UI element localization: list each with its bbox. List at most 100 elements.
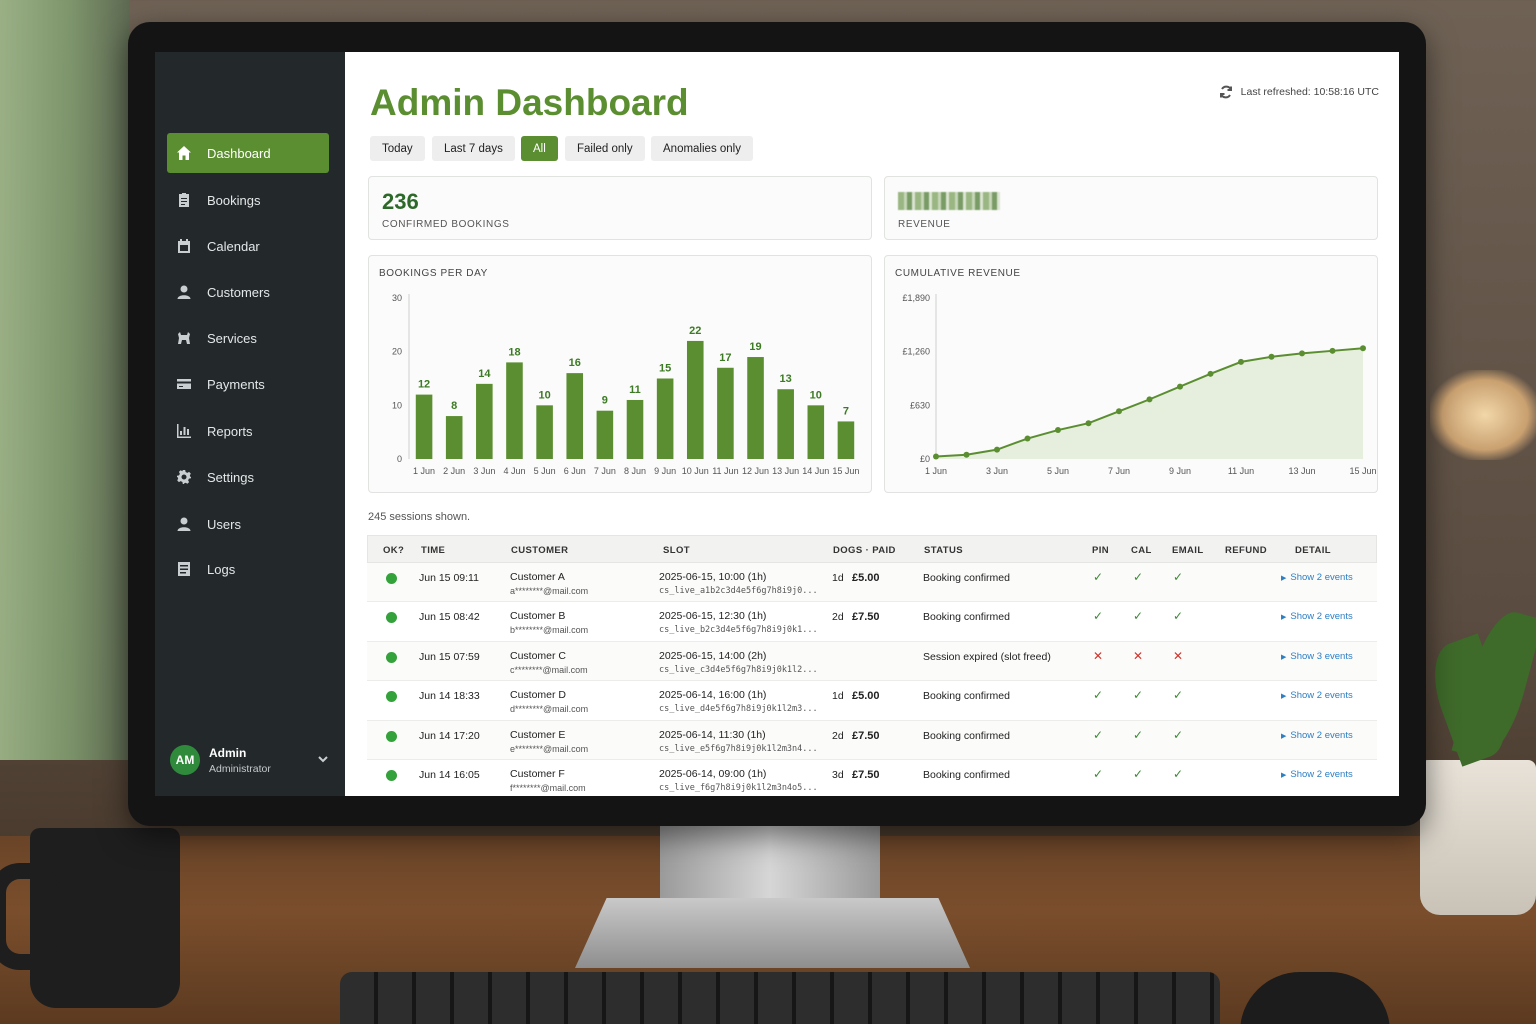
filter-failed-only[interactable]: Failed only xyxy=(565,136,645,161)
bar xyxy=(506,362,523,459)
refresh-icon[interactable] xyxy=(1219,85,1233,99)
row-slot: 2025-06-15, 12:30 (1h) cs_live_b2c3d4e5f6… xyxy=(659,610,818,635)
sidebar-item-customers[interactable]: Customers xyxy=(167,272,329,312)
row-slot: 2025-06-14, 11:30 (1h) cs_live_e5f6g7h8i9… xyxy=(659,729,818,754)
detail-label: Show 2 events xyxy=(1290,690,1353,702)
table-row[interactable]: Jun 14 18:33 Customer D d********@mail.com… xyxy=(367,681,1377,721)
status-ok-dot xyxy=(386,651,397,663)
x-tick-label: 4 Jun xyxy=(503,466,525,476)
triangle-right-icon: ▶ xyxy=(1281,614,1287,622)
chevron-down-icon[interactable] xyxy=(316,752,330,766)
row-paid: £7.50 xyxy=(852,729,880,742)
sidebar-item-users[interactable]: Users xyxy=(167,504,329,544)
slot-time: 2025-06-15, 12:30 (1h) xyxy=(659,610,767,623)
x-tick-label: 2 Jun xyxy=(443,466,465,476)
pin-status-icon: ✓ xyxy=(1093,688,1104,703)
slot-time: 2025-06-14, 09:00 (1h) xyxy=(659,767,767,780)
sidebar-item-payments[interactable]: Payments xyxy=(167,364,329,404)
row-time: Jun 14 17:20 xyxy=(419,729,480,742)
x-tick-label: 9 Jun xyxy=(1169,466,1191,476)
bar-value-label: 8 xyxy=(451,400,457,412)
filter-today[interactable]: Today xyxy=(370,136,425,161)
email-status-icon: ✕ xyxy=(1173,648,1184,663)
row-dogs: 3d xyxy=(832,768,844,781)
show-events-link[interactable]: ▶ Show 2 events xyxy=(1281,730,1353,741)
column-header: DOGS · PAID xyxy=(833,545,896,556)
customer-name: Customer E xyxy=(510,728,566,741)
x-tick-label: 7 Jun xyxy=(594,466,616,476)
row-customer: Customer A a********@mail.com xyxy=(510,571,588,596)
pin-status-icon: ✓ xyxy=(1093,570,1104,584)
y-tick-label: 30 xyxy=(392,293,402,303)
bar-value-label: 19 xyxy=(749,341,761,353)
filter-last-7-days[interactable]: Last 7 days xyxy=(432,136,515,161)
show-events-link[interactable]: ▶ Show 3 events xyxy=(1281,651,1353,662)
table-row[interactable]: Jun 14 17:20 Customer E e********@mail.com… xyxy=(367,720,1377,760)
customer-name: Customer F xyxy=(510,767,565,780)
bar-value-label: 16 xyxy=(569,357,581,369)
table-row[interactable]: Jun 15 07:59 Customer C c********@mail.com… xyxy=(367,641,1377,682)
user-icon xyxy=(175,515,193,533)
sessions-table: OK? TIME CUSTOMER SLOT DOGS · PAID STATU… xyxy=(367,535,1377,796)
show-events-link[interactable]: ▶ Show 2 events xyxy=(1281,690,1353,701)
bar xyxy=(415,394,433,459)
y-tick-label: £1,890 xyxy=(902,293,930,303)
bar-value-label: 9 xyxy=(602,395,608,407)
cal-status-icon: ✓ xyxy=(1133,727,1144,742)
sidebar-item-calendar[interactable]: Calendar xyxy=(167,226,329,266)
row-customer: Customer B b********@mail.com xyxy=(510,610,588,635)
sidebar-item-label: Payments xyxy=(207,376,265,392)
sidebar-item-dashboard[interactable]: Dashboard xyxy=(167,133,329,173)
revenue-value-pixelated xyxy=(898,192,1000,210)
status-ok-dot xyxy=(386,691,397,703)
status-ok-dot xyxy=(386,730,397,742)
row-status: Booking confirmed xyxy=(923,690,1010,703)
sidebar-item-reports[interactable]: Reports xyxy=(167,411,329,451)
stat-card-revenue: REVENUE xyxy=(884,176,1378,240)
table-body: Jun 15 09:11 Customer A a********@mail.com… xyxy=(367,563,1377,796)
email-status-icon: ✓ xyxy=(1173,766,1184,781)
sidebar-item-services[interactable]: Services xyxy=(167,318,329,358)
sidebar-item-label: Dashboard xyxy=(207,145,271,161)
table-row[interactable]: Jun 15 08:42 Customer B b********@mail.com… xyxy=(367,602,1377,642)
user-menu[interactable]: AM Admin Administrator xyxy=(170,740,330,780)
show-events-link[interactable]: ▶ Show 2 events xyxy=(1281,572,1353,583)
column-header: TIME xyxy=(421,545,446,556)
table-row[interactable]: Jun 14 16:05 Customer F f********@mail.com… xyxy=(367,759,1377,796)
email-status-icon: ✓ xyxy=(1173,688,1184,703)
y-tick-label: £1,260 xyxy=(902,347,930,357)
email-status-icon: ✓ xyxy=(1173,570,1184,584)
clipboard-icon xyxy=(175,191,193,209)
column-header: PIN xyxy=(1092,545,1110,556)
row-slot: 2025-06-14, 09:00 (1h) cs_live_f6g7h8i9j0… xyxy=(659,768,818,793)
sidebar-item-settings[interactable]: Settings xyxy=(167,457,329,497)
stat-card-bookings: 236 CONFIRMED BOOKINGS xyxy=(368,176,872,240)
filter-anomalies-only[interactable]: Anomalies only xyxy=(651,136,753,161)
pin-status-icon: ✓ xyxy=(1093,727,1104,742)
bar xyxy=(566,373,584,459)
row-paid: £5.00 xyxy=(852,572,880,584)
row-time: Jun 14 18:33 xyxy=(419,690,480,703)
detail-label: Show 3 events xyxy=(1290,650,1353,662)
table-header: OK? TIME CUSTOMER SLOT DOGS · PAID STATU… xyxy=(367,535,1377,563)
show-events-link[interactable]: ▶ Show 2 events xyxy=(1281,611,1353,622)
sidebar-item-logs[interactable]: Logs xyxy=(167,549,329,589)
x-tick-label: 9 Jun xyxy=(654,466,676,476)
column-header: REFUND xyxy=(1225,545,1267,556)
row-status: Booking confirmed xyxy=(923,611,1010,624)
bar-value-label: 17 xyxy=(719,352,731,364)
data-point xyxy=(1177,383,1183,390)
show-events-link[interactable]: ▶ Show 2 events xyxy=(1281,769,1353,780)
bar-value-label: 10 xyxy=(538,389,550,401)
bar-value-label: 15 xyxy=(659,363,671,375)
data-point xyxy=(1024,435,1031,442)
sidebar-item-bookings[interactable]: Bookings xyxy=(167,180,329,220)
table-row[interactable]: Jun 15 09:11 Customer A a********@mail.com… xyxy=(367,563,1377,603)
filter-all[interactable]: All xyxy=(521,136,558,161)
data-point xyxy=(963,451,970,458)
bar xyxy=(536,405,553,459)
x-tick-label: 8 Jun xyxy=(624,466,646,476)
bar xyxy=(445,416,463,459)
bar xyxy=(596,410,614,459)
sidebar-item-label: Bookings xyxy=(207,192,261,208)
